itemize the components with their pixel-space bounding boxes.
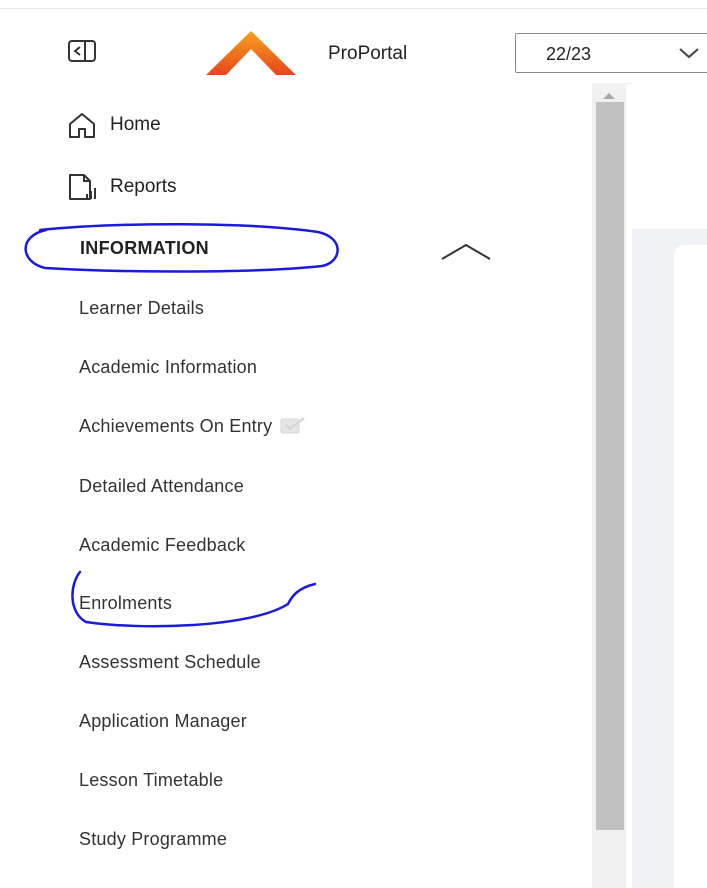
sidebar-item-enrolments[interactable]: Enrolments	[79, 593, 172, 614]
content-header	[632, 83, 707, 229]
top-bar: ProPortal 22/23	[0, 8, 707, 84]
sidebar-item-academic-feedback[interactable]: Academic Feedback	[79, 535, 245, 556]
sidebar-item-label: Home	[110, 114, 161, 135]
sidebar-item-detailed-attendance[interactable]: Detailed Attendance	[79, 476, 244, 497]
content-card	[674, 245, 707, 888]
sidebar-item-academic-information[interactable]: Academic Information	[79, 357, 257, 378]
sidebar-item-application-manager[interactable]: Application Manager	[79, 711, 247, 732]
scrollbar-thumb[interactable]	[596, 102, 624, 830]
section-title-information[interactable]: INFORMATION	[80, 238, 209, 259]
reports-icon	[66, 172, 98, 202]
checkbox-icon	[280, 416, 306, 434]
sidebar-item-achievements-on-entry[interactable]: Achievements On Entry	[79, 416, 306, 437]
sidebar-item-assessment-schedule[interactable]: Assessment Schedule	[79, 652, 261, 673]
sidebar-item-home[interactable]: Home	[66, 107, 161, 143]
home-icon	[66, 110, 98, 140]
sidebar-item-learner-details[interactable]: Learner Details	[79, 298, 204, 319]
sidebar-item-label: Achievements On Entry	[79, 416, 273, 436]
sidebar-item-lesson-timetable[interactable]: Lesson Timetable	[79, 770, 223, 791]
chevron-down-icon	[678, 46, 700, 60]
sidebar-item-study-programme[interactable]: Study Programme	[79, 829, 227, 850]
academic-year-value: 22/23	[546, 44, 592, 64]
sidebar-item-label: Reports	[110, 176, 177, 197]
scroll-up-arrow-icon[interactable]	[600, 88, 618, 99]
chevron-up-icon[interactable]	[440, 242, 492, 262]
academic-year-select[interactable]: 22/23	[515, 33, 707, 73]
logo-icon	[206, 31, 296, 75]
brand-name: ProPortal	[328, 43, 408, 64]
sidebar-collapse-icon[interactable]	[68, 40, 96, 62]
sidebar-item-reports[interactable]: Reports	[66, 169, 177, 205]
